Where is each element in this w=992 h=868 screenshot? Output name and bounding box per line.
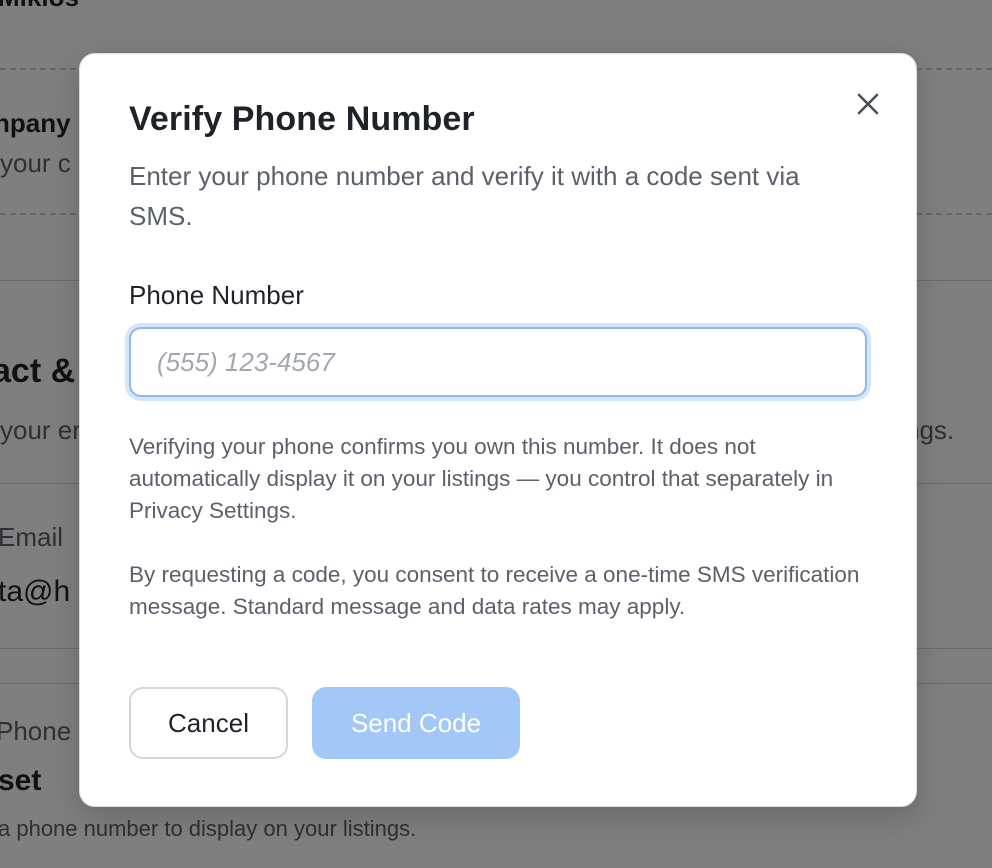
phone-number-input[interactable] [129,327,867,397]
sms-consent-text: By requesting a code, you consent to rec… [129,562,860,619]
dialog-title: Verify Phone Number [129,100,475,138]
dialog-description: Enter your phone number and verify it wi… [129,161,800,231]
verification-info-text: Verifying your phone confirms you own th… [129,434,834,523]
close-button[interactable] [852,88,884,120]
send-code-button[interactable]: Send Code [312,687,520,759]
verify-phone-dialog: Verify Phone Number Enter your phone num… [79,53,917,807]
close-icon [857,93,879,115]
phone-number-label: Phone Number [129,280,304,310]
cancel-button[interactable]: Cancel [129,687,288,759]
